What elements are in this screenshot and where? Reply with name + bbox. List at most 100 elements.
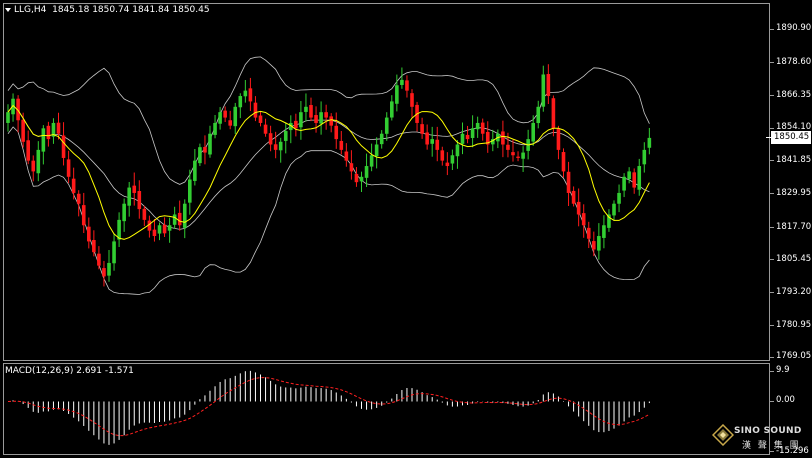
candle-body	[637, 166, 642, 190]
candle-body	[566, 171, 571, 193]
chart-window[interactable]: LLG,H4 1845.18 1850.74 1841.84 1850.45 1…	[0, 0, 812, 458]
price-pane-frame	[3, 3, 770, 361]
candle-body	[309, 105, 313, 118]
sino-sound-logo: SINO SOUND 漢 聲 集 團	[712, 424, 804, 452]
candle-body	[278, 141, 283, 151]
price-tick-label: 1841.85	[776, 155, 812, 165]
price-tick-label: 1890.90	[776, 23, 812, 33]
candle-body	[571, 190, 576, 204]
candle-body	[162, 224, 167, 234]
candle-body	[627, 171, 631, 180]
chart-header: LLG,H4 1845.18 1850.74 1841.84 1850.45	[5, 5, 210, 15]
candle-body	[107, 262, 111, 276]
candle-body	[430, 139, 434, 144]
candle-body	[41, 128, 46, 152]
candle-body	[193, 160, 197, 181]
candle-body	[475, 122, 480, 130]
candle-body	[622, 176, 626, 191]
ohlc-high: 1850.74	[92, 5, 130, 15]
candle-body	[349, 163, 354, 172]
price-tick-label: 1866.35	[776, 90, 812, 100]
candle-body	[36, 149, 41, 174]
macd-main-value: 2.691	[76, 366, 102, 376]
candle-body	[455, 144, 460, 157]
ohlc-open: 1845.18	[52, 5, 90, 15]
candle-body	[435, 139, 440, 150]
candle-body	[132, 185, 137, 193]
candle-body	[329, 116, 333, 126]
candle-body	[142, 208, 147, 220]
candle-body	[390, 101, 394, 118]
candle-body	[480, 122, 485, 134]
candle-body	[450, 155, 455, 164]
macd-header: MACD(12,26,9) 2.691 -1.571	[5, 366, 134, 376]
candle-body	[294, 120, 298, 129]
candle-body	[46, 125, 51, 140]
candle-body	[248, 88, 253, 102]
candle-body	[223, 110, 227, 118]
candle-body	[188, 179, 192, 203]
candle-body	[536, 106, 541, 124]
price-tick-label: 1829.95	[776, 188, 812, 198]
candle-body	[177, 212, 182, 226]
symbol-label: LLG,H4	[14, 5, 47, 15]
candle-body	[359, 176, 364, 182]
candle-body	[182, 203, 187, 228]
price-tick-label: 1805.45	[776, 254, 812, 264]
candle-body	[531, 122, 535, 142]
candle-body	[460, 133, 465, 144]
candle-body	[344, 151, 349, 161]
candle-body	[112, 241, 116, 264]
macd-signal-value: -1.571	[104, 366, 134, 376]
logo-text: SINO SOUND	[734, 426, 802, 436]
candle-body	[263, 124, 268, 134]
candle-body	[228, 120, 232, 126]
candle-body	[405, 80, 409, 91]
candle-body	[511, 152, 515, 156]
candle-body	[364, 166, 369, 178]
candle-body	[632, 172, 636, 188]
candle-body	[319, 112, 323, 124]
candle-body	[440, 150, 445, 161]
candle-body	[258, 115, 263, 123]
candle-body	[218, 112, 222, 124]
macd-tick-label: 9.9	[776, 365, 790, 375]
candle-body	[551, 98, 556, 129]
price-tick-label: 1769.05	[776, 351, 812, 361]
candle-body	[122, 203, 126, 222]
candle-body	[602, 225, 606, 238]
candle-body	[97, 253, 101, 266]
macd-title: MACD(12,26,9)	[5, 366, 74, 376]
candle-body	[208, 133, 212, 155]
candle-body	[501, 131, 505, 145]
logo-chinese-text: 漢 聲 集 團	[742, 441, 801, 451]
candle-body	[157, 225, 162, 234]
candle-body	[612, 203, 616, 216]
candle-body	[521, 152, 525, 159]
candle-body	[299, 112, 303, 128]
candle-body	[592, 241, 596, 250]
price-tick-label: 1817.70	[776, 222, 812, 232]
price-chart[interactable]	[0, 0, 812, 458]
candle-body	[233, 106, 238, 127]
candle-body	[384, 117, 389, 134]
symbol-dropdown-icon[interactable]	[5, 7, 11, 12]
candle-body	[127, 187, 131, 206]
candle-body	[395, 85, 399, 104]
candle-body	[506, 144, 510, 150]
ohlc-low: 1841.84	[132, 5, 170, 15]
candle-body	[198, 147, 202, 164]
candle-body	[6, 112, 10, 123]
candle-body	[71, 178, 76, 193]
price-tick-label: 1780.95	[776, 320, 812, 330]
candle-body	[102, 268, 106, 277]
price-tick-label: 1878.60	[776, 57, 812, 67]
candle-body	[561, 152, 566, 172]
candle-body	[647, 137, 652, 148]
candle-body	[167, 225, 172, 231]
price-tick-label: 1793.20	[776, 287, 812, 297]
candle-body	[238, 96, 243, 108]
candle-body	[410, 93, 414, 107]
candle-body	[597, 236, 601, 251]
candle-body	[339, 140, 344, 150]
